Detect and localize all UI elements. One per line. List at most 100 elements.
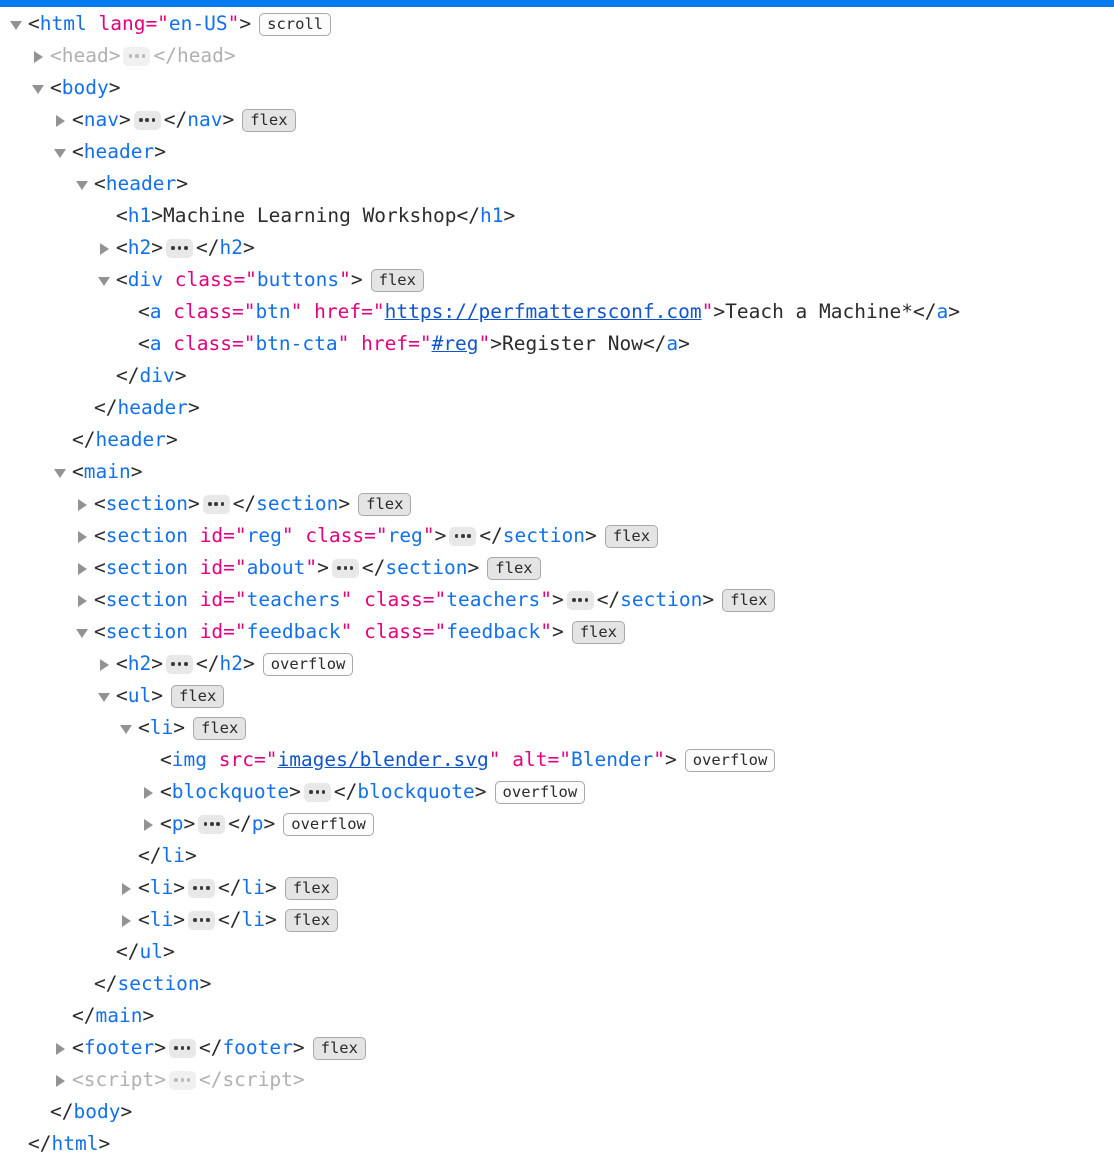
expand-children-ellipsis-button[interactable]	[187, 910, 215, 930]
chevron-right-icon[interactable]	[30, 40, 50, 72]
chevron-right-icon[interactable]	[96, 648, 116, 680]
attribute-value-link[interactable]: https://perfmattersconf.com	[385, 296, 702, 328]
expand-children-ellipsis-button[interactable]	[303, 782, 331, 802]
chevron-right-icon[interactable]	[52, 1064, 72, 1096]
dom-row[interactable]: < section > </section > flex	[0, 488, 1114, 520]
dom-row[interactable]: < nav > </nav > flex	[0, 104, 1114, 136]
layout-badge-overflow[interactable]: overflow	[494, 780, 586, 804]
dom-row[interactable]: < html lang =" en-US " > scroll	[0, 8, 1114, 40]
layout-badge-flex[interactable]: flex	[170, 684, 225, 708]
layout-badge-flex[interactable]: flex	[242, 108, 296, 132]
attribute-value-link[interactable]: #reg	[432, 328, 479, 360]
expand-children-ellipsis-button[interactable]	[123, 46, 151, 66]
layout-badge-flex[interactable]: flex	[370, 268, 424, 292]
dom-row[interactable]: < section id =" teachers " class =" teachers " >…	[0, 584, 1114, 616]
expand-children-ellipsis-button[interactable]	[331, 558, 359, 578]
expand-children-ellipsis-button[interactable]	[566, 590, 594, 610]
dom-row[interactable]: </body >	[0, 1096, 1114, 1128]
dom-row[interactable]: < head > </head >	[0, 40, 1114, 72]
attribute-value-link[interactable]: images/blender.svg	[277, 744, 488, 776]
dom-row[interactable]: < h1 > Machine Learning Workshop </h1 >	[0, 200, 1114, 232]
dom-row[interactable]: < header >	[0, 136, 1114, 168]
layout-badge-flex[interactable]: flex	[192, 716, 247, 740]
dom-tree[interactable]: < html lang =" en-US " > scroll < head > </head > < b…	[0, 7, 1114, 1160]
chevron-right-icon[interactable]	[96, 232, 116, 264]
dom-row[interactable]: < blockquote > </blockquote > overflow	[0, 776, 1114, 808]
dom-row[interactable]: </ul >	[0, 936, 1114, 968]
tag-name: p	[251, 812, 264, 835]
chevron-down-icon[interactable]	[96, 680, 116, 712]
dom-row[interactable]: < header >	[0, 168, 1114, 200]
punctuation: >	[151, 684, 163, 707]
chevron-right-icon[interactable]	[52, 1032, 72, 1064]
chevron-right-icon[interactable]	[140, 776, 160, 808]
chevron-right-icon[interactable]	[74, 488, 94, 520]
dom-row[interactable]: < a class =" btn-cta " href =" #reg " > Register …	[0, 328, 1114, 360]
expand-children-ellipsis-button[interactable]	[165, 654, 193, 674]
dom-row[interactable]: </html >	[0, 1128, 1114, 1160]
dom-row[interactable]: < p > </p > overflow	[0, 808, 1114, 840]
dom-row[interactable]: < li > </li > flex	[0, 872, 1114, 904]
chevron-right-icon[interactable]	[140, 808, 160, 840]
dom-row[interactable]: </div >	[0, 360, 1114, 392]
expand-children-ellipsis-button[interactable]	[198, 814, 226, 834]
chevron-down-icon[interactable]	[8, 8, 28, 40]
dom-row[interactable]: < li > flex	[0, 712, 1114, 744]
dom-row[interactable]: < main >	[0, 456, 1114, 488]
chevron-right-icon[interactable]	[74, 552, 94, 584]
dom-row[interactable]: </main >	[0, 1000, 1114, 1032]
dom-node-markup: < blockquote > </blockquote >	[160, 776, 487, 808]
dom-row[interactable]: < li > </li > flex	[0, 904, 1114, 936]
layout-badge-overflow[interactable]: overflow	[684, 748, 776, 772]
dom-row[interactable]: < ul > flex	[0, 680, 1114, 712]
chevron-right-icon[interactable]	[52, 104, 72, 136]
dom-row[interactable]: < img src =" images/blender.svg " alt =" Blend…	[0, 744, 1114, 776]
chevron-right-icon[interactable]	[118, 904, 138, 936]
dom-row[interactable]: < a class =" btn " href =" https://perfmatters…	[0, 296, 1114, 328]
layout-badge-flex[interactable]: flex	[722, 588, 776, 612]
expand-children-ellipsis-button[interactable]	[449, 526, 477, 546]
layout-badge-flex[interactable]: flex	[487, 556, 541, 580]
chevron-down-icon[interactable]	[118, 712, 138, 744]
expand-children-ellipsis-button[interactable]	[168, 1038, 196, 1058]
layout-badge-flex[interactable]: flex	[604, 524, 659, 548]
dom-row[interactable]: < div class =" buttons " > flex	[0, 264, 1114, 296]
dom-row[interactable]: </header >	[0, 392, 1114, 424]
dom-row[interactable]: < footer > </footer > flex	[0, 1032, 1114, 1064]
chevron-down-icon[interactable]	[52, 456, 72, 488]
chevron-right-icon[interactable]	[74, 584, 94, 616]
punctuation: >	[120, 1100, 133, 1123]
expand-children-ellipsis-button[interactable]	[187, 878, 215, 898]
dom-row[interactable]: </header >	[0, 424, 1114, 456]
layout-badge-overflow[interactable]: overflow	[262, 652, 354, 676]
layout-badge-flex[interactable]: flex	[284, 908, 339, 932]
expand-children-ellipsis-button[interactable]	[168, 1070, 196, 1090]
dom-row[interactable]: < h2 > </h2 > overflow	[0, 648, 1114, 680]
layout-badge-flex[interactable]: flex	[571, 620, 626, 644]
dom-row[interactable]: < h2 > </h2 >	[0, 232, 1114, 264]
chevron-right-icon[interactable]	[74, 520, 94, 552]
chevron-down-icon[interactable]	[74, 168, 94, 200]
chevron-down-icon[interactable]	[30, 72, 50, 104]
chevron-right-icon[interactable]	[118, 872, 138, 904]
layout-badge-flex[interactable]: flex	[284, 876, 339, 900]
dom-row[interactable]: < body >	[0, 72, 1114, 104]
attribute-name: "	[340, 588, 353, 611]
dom-row[interactable]: < section id =" feedback " class =" feedback " >…	[0, 616, 1114, 648]
chevron-down-icon[interactable]	[52, 136, 72, 168]
dom-row[interactable]: < section id =" about " > </section > flex	[0, 552, 1114, 584]
layout-badge-flex[interactable]: flex	[358, 492, 412, 516]
dom-row[interactable]: </section >	[0, 968, 1114, 1000]
dom-row[interactable]: < script > </script >	[0, 1064, 1114, 1096]
expand-children-ellipsis-button[interactable]	[133, 110, 161, 130]
dom-row[interactable]: < section id =" reg " class =" reg " > </section >…	[0, 520, 1114, 552]
layout-badge-overflow[interactable]: overflow	[283, 812, 374, 836]
dom-row[interactable]: </li >	[0, 840, 1114, 872]
chevron-down-icon[interactable]	[96, 264, 116, 296]
layout-badge-scroll[interactable]: scroll	[259, 12, 332, 36]
expand-children-ellipsis-button[interactable]	[202, 494, 230, 514]
layout-badge-flex[interactable]: flex	[312, 1036, 366, 1060]
expand-children-ellipsis-button[interactable]	[165, 238, 193, 258]
punctuation: >	[434, 524, 447, 547]
chevron-down-icon[interactable]	[74, 616, 94, 648]
